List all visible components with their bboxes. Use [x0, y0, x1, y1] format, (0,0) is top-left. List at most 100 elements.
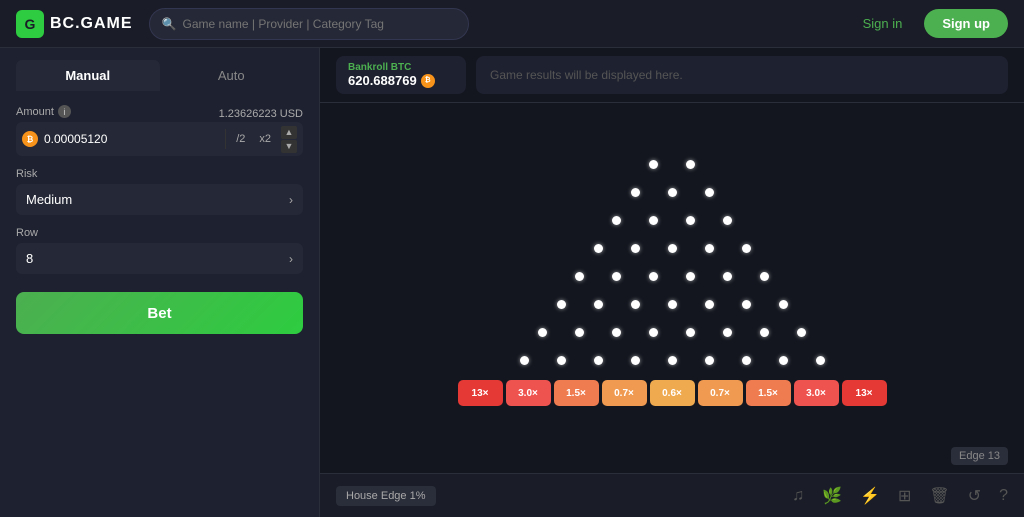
- peg: [631, 356, 640, 365]
- peg-row: [561, 262, 783, 290]
- bankroll-label: Bankroll BTC: [348, 62, 454, 73]
- edge-label: Edge 13: [951, 447, 1008, 465]
- peg: [594, 356, 603, 365]
- peg: [668, 356, 677, 365]
- half-button[interactable]: /2: [232, 131, 249, 147]
- row-section: Row 8 ›: [16, 227, 303, 274]
- tab-bar: Manual Auto: [0, 48, 319, 91]
- row-value: 8: [26, 251, 33, 266]
- peg: [612, 216, 621, 225]
- amount-section: Amount i 1.23626223 USD ₿ 0.00005120 /2 …: [16, 105, 303, 156]
- multiplier-box: 0.7×: [698, 380, 743, 406]
- peg: [594, 300, 603, 309]
- music-icon[interactable]: ♫: [792, 487, 804, 505]
- risk-section: Risk Medium ›: [16, 168, 303, 215]
- peg: [668, 244, 677, 253]
- stepper-up[interactable]: ▲: [281, 126, 297, 139]
- peg: [594, 244, 603, 253]
- amount-btc-value: 0.00005120: [44, 132, 219, 146]
- nav-actions: Sign in Sign up: [851, 9, 1008, 38]
- peg: [705, 300, 714, 309]
- plinko-board: [506, 150, 839, 374]
- house-edge-badge: House Edge 1%: [336, 486, 436, 506]
- peg: [779, 356, 788, 365]
- multiplier-box: 1.5×: [746, 380, 791, 406]
- peg: [742, 300, 751, 309]
- results-bar: Game results will be displayed here.: [476, 56, 1008, 94]
- multiplier-box: 0.6×: [650, 380, 695, 406]
- risk-select[interactable]: Medium ›: [16, 184, 303, 215]
- multiplier-row: 13×3.0×1.5×0.7×0.6×0.7×1.5×3.0×13×: [458, 380, 887, 406]
- peg-row: [543, 290, 802, 318]
- peg: [686, 216, 695, 225]
- search-input[interactable]: [183, 17, 456, 31]
- peg-row: [506, 346, 839, 374]
- peg: [649, 272, 658, 281]
- peg: [631, 188, 640, 197]
- peg: [742, 244, 751, 253]
- multiplier-box: 0.7×: [602, 380, 647, 406]
- peg-row: [524, 318, 820, 346]
- peg: [631, 300, 640, 309]
- logo-icon: G: [16, 10, 44, 38]
- multiplier-box: 13×: [842, 380, 887, 406]
- peg: [686, 272, 695, 281]
- left-panel: Manual Auto Amount i 1.23626223 USD ₿ 0.…: [0, 48, 320, 517]
- row-label: Row: [16, 227, 303, 239]
- peg: [816, 356, 825, 365]
- stepper: ▲ ▼: [281, 126, 297, 153]
- double-button[interactable]: x2: [255, 131, 275, 147]
- peg: [557, 300, 566, 309]
- controls: Amount i 1.23626223 USD ₿ 0.00005120 /2 …: [0, 91, 319, 348]
- peg: [705, 244, 714, 253]
- amount-label: Amount i: [16, 105, 71, 118]
- peg: [723, 272, 732, 281]
- loop-icon[interactable]: ↺: [968, 486, 981, 506]
- peg: [705, 356, 714, 365]
- peg: [705, 188, 714, 197]
- peg: [797, 328, 806, 337]
- bet-button[interactable]: Bet: [16, 292, 303, 334]
- peg-row: [580, 234, 765, 262]
- row-select[interactable]: 8 ›: [16, 243, 303, 274]
- risk-value: Medium: [26, 192, 72, 207]
- stepper-down[interactable]: ▼: [281, 140, 297, 153]
- game-header: Bankroll BTC 620.688769 ₿ Game results w…: [320, 48, 1024, 103]
- peg: [538, 328, 547, 337]
- peg: [723, 216, 732, 225]
- signup-button[interactable]: Sign up: [924, 9, 1008, 38]
- peg: [668, 300, 677, 309]
- leaf-icon[interactable]: 🌿: [822, 486, 842, 506]
- search-bar[interactable]: 🔍: [149, 8, 469, 40]
- amount-header: Amount i 1.23626223 USD: [16, 105, 303, 122]
- trash-icon[interactable]: 🗑: [929, 486, 949, 506]
- peg: [649, 160, 658, 169]
- tab-auto[interactable]: Auto: [160, 60, 304, 91]
- multiplier-box: 13×: [458, 380, 503, 406]
- tab-manual[interactable]: Manual: [16, 60, 160, 91]
- risk-chevron: ›: [289, 193, 293, 207]
- info-icon: i: [58, 105, 71, 118]
- grid-icon[interactable]: ⊞: [898, 486, 911, 506]
- peg-row: [598, 206, 746, 234]
- peg: [612, 272, 621, 281]
- signin-button[interactable]: Sign in: [851, 10, 915, 37]
- peg: [649, 328, 658, 337]
- amount-input-row: ₿ 0.00005120 /2 x2 ▲ ▼: [16, 122, 303, 156]
- help-icon[interactable]: ?: [999, 487, 1008, 505]
- search-icon: 🔍: [162, 17, 177, 31]
- peg: [557, 356, 566, 365]
- peg: [760, 272, 769, 281]
- divider: [225, 129, 226, 149]
- peg: [612, 328, 621, 337]
- logo: G BC.GAME: [16, 10, 133, 38]
- bolt-icon[interactable]: ⚡: [860, 486, 880, 506]
- peg: [649, 216, 658, 225]
- game-area: 13×3.0×1.5×0.7×0.6×0.7×1.5×3.0×13×: [320, 103, 1024, 473]
- bottom-icons: ♫ 🌿 ⚡ ⊞ 🗑 ↺ ?: [792, 486, 1008, 506]
- peg: [575, 328, 584, 337]
- bankroll-value: 620.688769 ₿: [348, 73, 454, 88]
- multiplier-box: 3.0×: [506, 380, 551, 406]
- multiplier-box: 1.5×: [554, 380, 599, 406]
- results-text: Game results will be displayed here.: [490, 68, 683, 82]
